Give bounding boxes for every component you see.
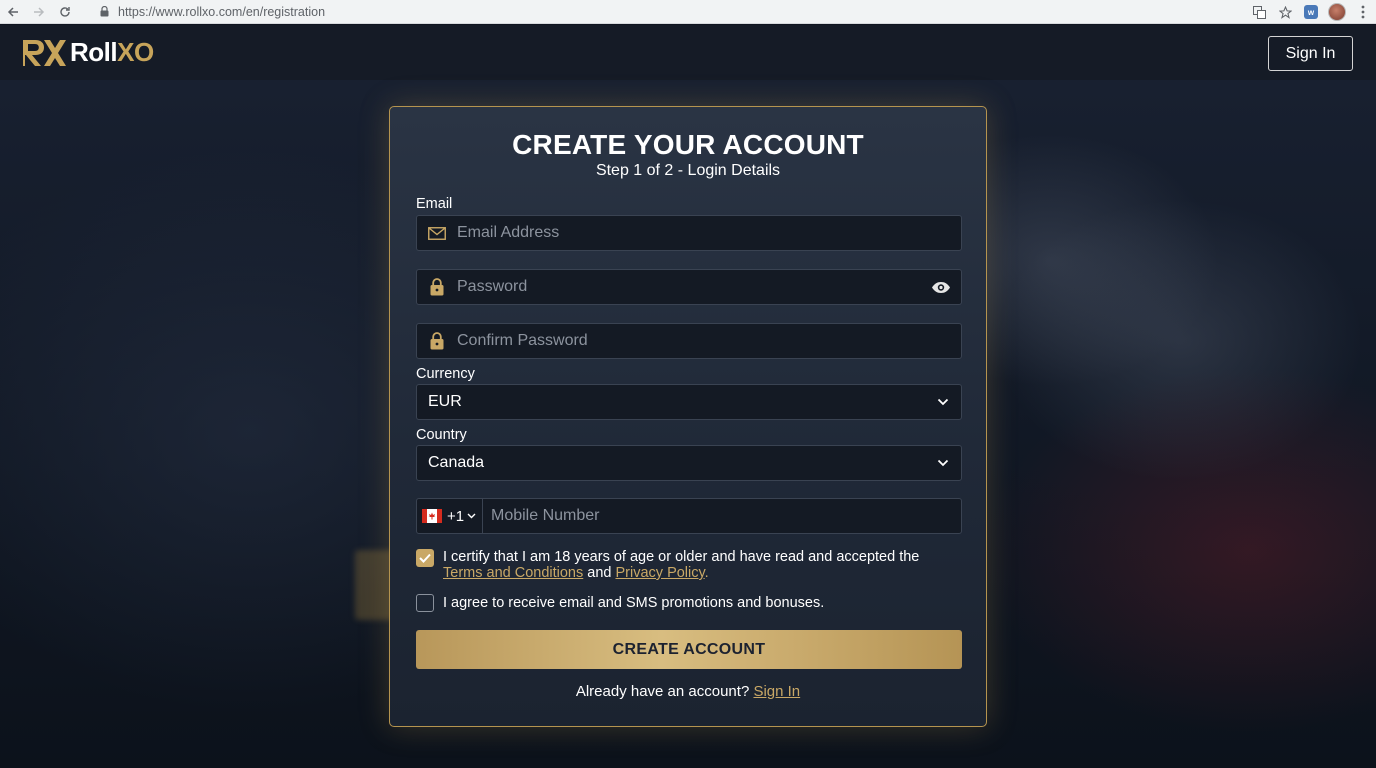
- reload-icon[interactable]: [52, 0, 78, 24]
- mobile-number-input[interactable]: [483, 499, 961, 533]
- mobile-number-field[interactable]: +1: [416, 498, 962, 534]
- email-input[interactable]: [457, 216, 961, 250]
- show-password-eye-icon[interactable]: [921, 269, 961, 305]
- country-value: Canada: [428, 454, 485, 471]
- footer-sign-in-link[interactable]: Sign In: [753, 683, 800, 700]
- chevron-down-icon: [925, 445, 961, 481]
- promotions-checkbox[interactable]: [416, 594, 434, 612]
- terms-and-conditions-link[interactable]: Terms and Conditions: [443, 565, 583, 581]
- menu-kebab-icon[interactable]: [1350, 0, 1376, 24]
- page-title: CREATE YOUR ACCOUNT: [512, 129, 864, 160]
- browser-actions: w: [1246, 0, 1376, 24]
- padlock-icon: [417, 323, 457, 359]
- back-icon[interactable]: [0, 0, 26, 24]
- rollxo-logo[interactable]: RollXO: [20, 37, 154, 68]
- translate-icon[interactable]: [1246, 0, 1272, 24]
- currency-select[interactable]: EUR: [416, 384, 962, 420]
- logo-text: RollXO: [70, 37, 154, 67]
- terms-checkbox[interactable]: [416, 549, 434, 567]
- terms-checkbox-row: I certify that I am 18 years of age or o…: [416, 549, 962, 581]
- url-text: https://www.rollxo.com/en/registration: [118, 4, 326, 19]
- envelope-icon: [417, 215, 457, 251]
- promotions-text: I agree to receive email and SMS promoti…: [443, 595, 825, 611]
- step-indicator: Step 1 of 2 - Login Details: [595, 162, 781, 179]
- confirm-password-input[interactable]: [457, 324, 961, 358]
- password-field[interactable]: [416, 269, 962, 305]
- registration-card: CREATE YOUR ACCOUNT Step 1 of 2 - Login …: [389, 106, 987, 727]
- chevron-down-icon: [467, 513, 476, 519]
- canada-flag-icon: [422, 509, 442, 523]
- phone-country-code: +1: [447, 507, 465, 525]
- site-header: RollXO Sign In: [0, 25, 1376, 80]
- profile-avatar-icon[interactable]: [1324, 0, 1350, 24]
- create-account-button[interactable]: CREATE ACCOUNT: [416, 630, 962, 669]
- already-have-account-line: Already have an account? Sign In: [575, 683, 801, 700]
- extension-icon[interactable]: w: [1298, 0, 1324, 24]
- bookmark-star-icon[interactable]: [1272, 0, 1298, 24]
- country-label: Country: [416, 427, 467, 443]
- header-sign-in-button[interactable]: Sign In: [1268, 36, 1353, 71]
- country-select[interactable]: Canada: [416, 445, 962, 481]
- padlock-icon: [417, 269, 457, 305]
- confirm-password-field[interactable]: [416, 323, 962, 359]
- country-code-dropdown[interactable]: +1: [417, 499, 483, 533]
- promo-checkbox-row: I agree to receive email and SMS promoti…: [416, 594, 962, 612]
- forward-icon[interactable]: [26, 0, 52, 24]
- address-bar[interactable]: https://www.rollxo.com/en/registration: [90, 1, 1270, 22]
- terms-text: I certify that I am 18 years of age or o…: [443, 549, 920, 581]
- password-input[interactable]: [457, 270, 921, 304]
- lock-icon: [96, 4, 112, 20]
- currency-label: Currency: [416, 366, 475, 382]
- rx-logo-mark-icon: [23, 39, 66, 66]
- email-field[interactable]: [416, 215, 962, 251]
- currency-value: EUR: [428, 393, 462, 410]
- email-label: Email: [416, 196, 453, 212]
- browser-toolbar: https://www.rollxo.com/en/registration w: [0, 0, 1376, 24]
- privacy-policy-link[interactable]: Privacy Policy: [616, 565, 705, 581]
- chevron-down-icon: [925, 384, 961, 420]
